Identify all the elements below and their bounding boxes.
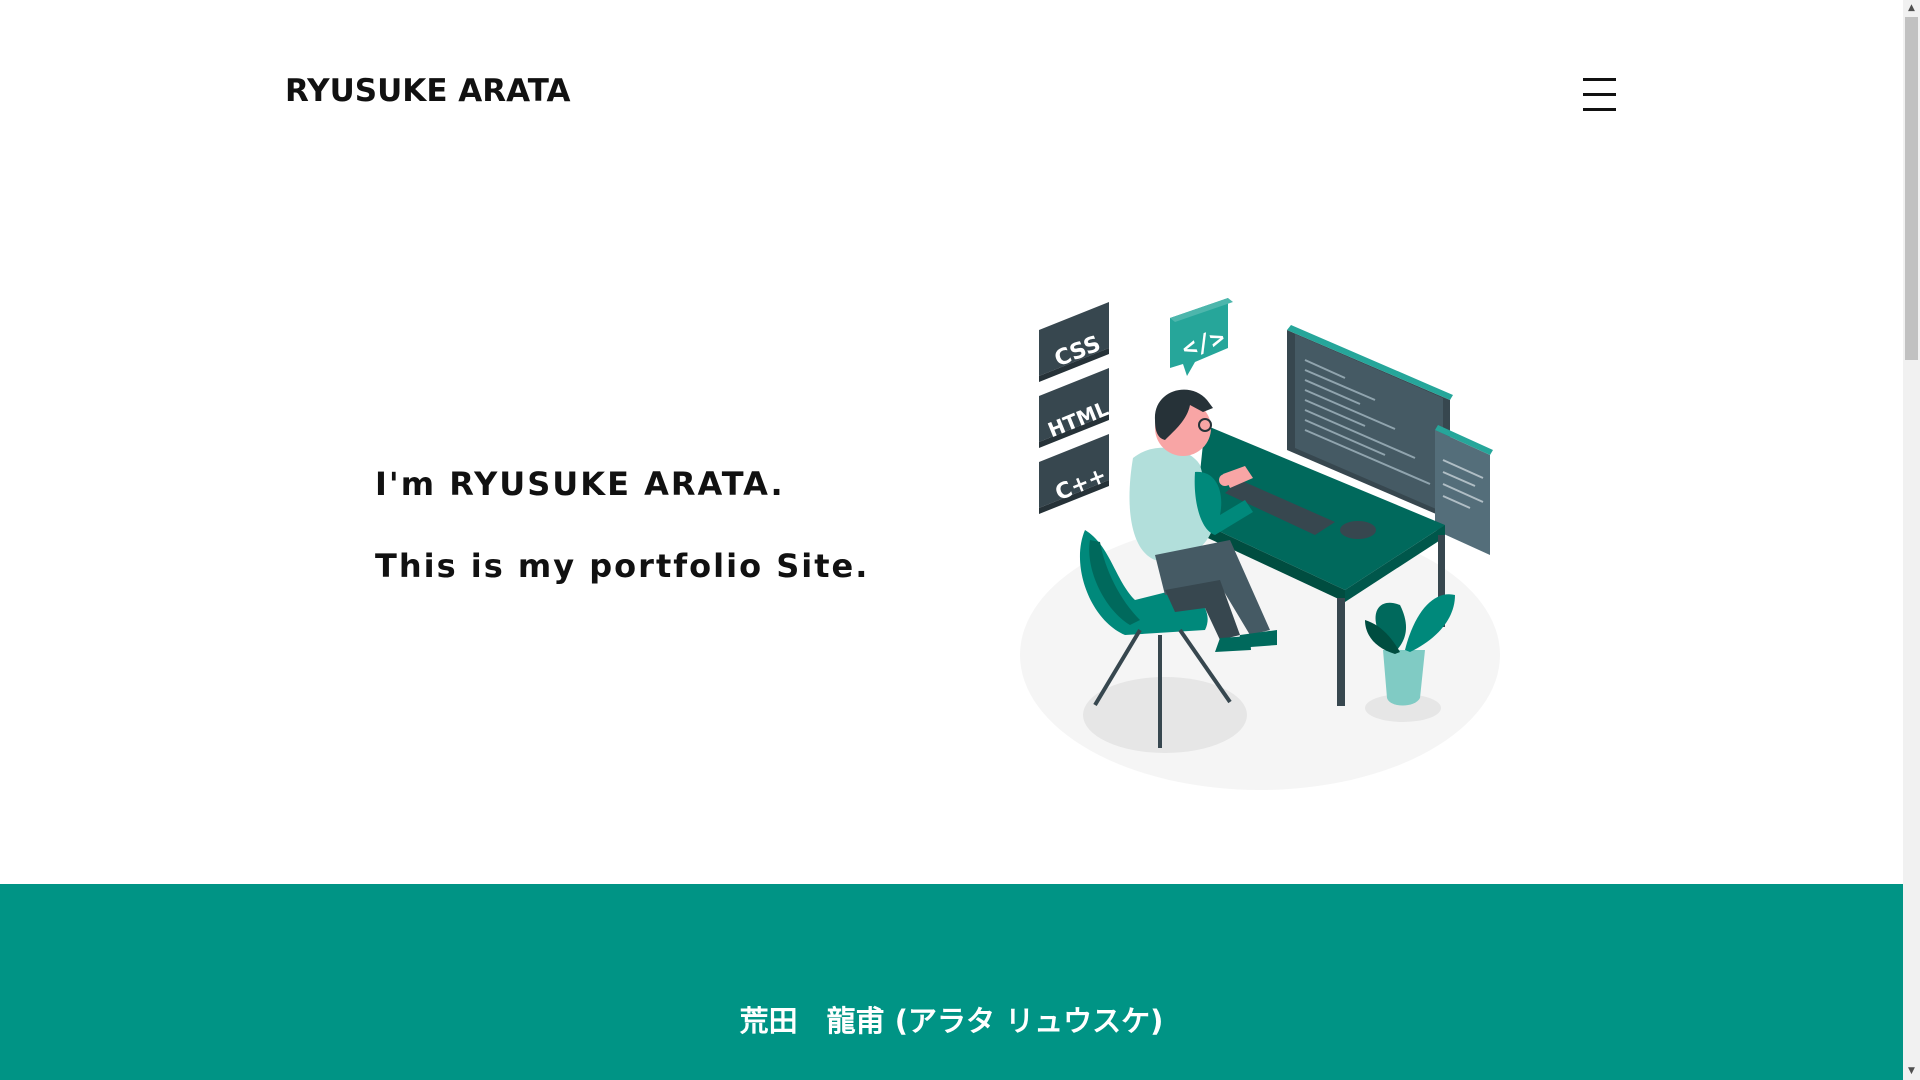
- menu-bar-middle: [1583, 93, 1616, 96]
- hero-greeting: I'm RYUSUKE ARATA.: [375, 465, 785, 503]
- site-header: RYUSUKE ARATA: [0, 0, 1903, 190]
- html-tag-icon: HTML: [1039, 368, 1112, 448]
- profile-section: 荒田 龍甫 (アラタ リュウスケ): [0, 884, 1903, 1080]
- profile-name: 荒田 龍甫 (アラタ リュウスケ): [739, 1004, 1164, 1038]
- cpp-tag-icon: C++: [1039, 434, 1110, 514]
- developer-at-desk-illustration: CSS HTML C++ </>: [1020, 298, 1500, 790]
- scroll-down-arrow-icon[interactable]: ▼: [1903, 1063, 1920, 1080]
- css-tag-icon: CSS: [1039, 302, 1109, 382]
- vertical-scrollbar[interactable]: ▲ ▼: [1903, 0, 1920, 1080]
- site-logo[interactable]: RYUSUKE ARATA: [285, 73, 570, 109]
- menu-bar-top: [1583, 78, 1616, 81]
- hero-tagline: This is my portfolio Site.: [375, 547, 870, 585]
- scroll-up-arrow-icon[interactable]: ▲: [1903, 0, 1920, 17]
- mouse-icon: [1340, 521, 1376, 539]
- page: RYUSUKE ARATA I'm RYUSUKE ARATA. This is…: [0, 0, 1903, 1080]
- scroll-thumb[interactable]: [1905, 17, 1918, 360]
- menu-bar-bottom: [1583, 108, 1616, 111]
- hero-text: I'm RYUSUKE ARATA. This is my portfolio …: [375, 465, 869, 585]
- hamburger-menu-icon[interactable]: [1583, 78, 1619, 114]
- code-badge-icon: </>: [1170, 298, 1233, 376]
